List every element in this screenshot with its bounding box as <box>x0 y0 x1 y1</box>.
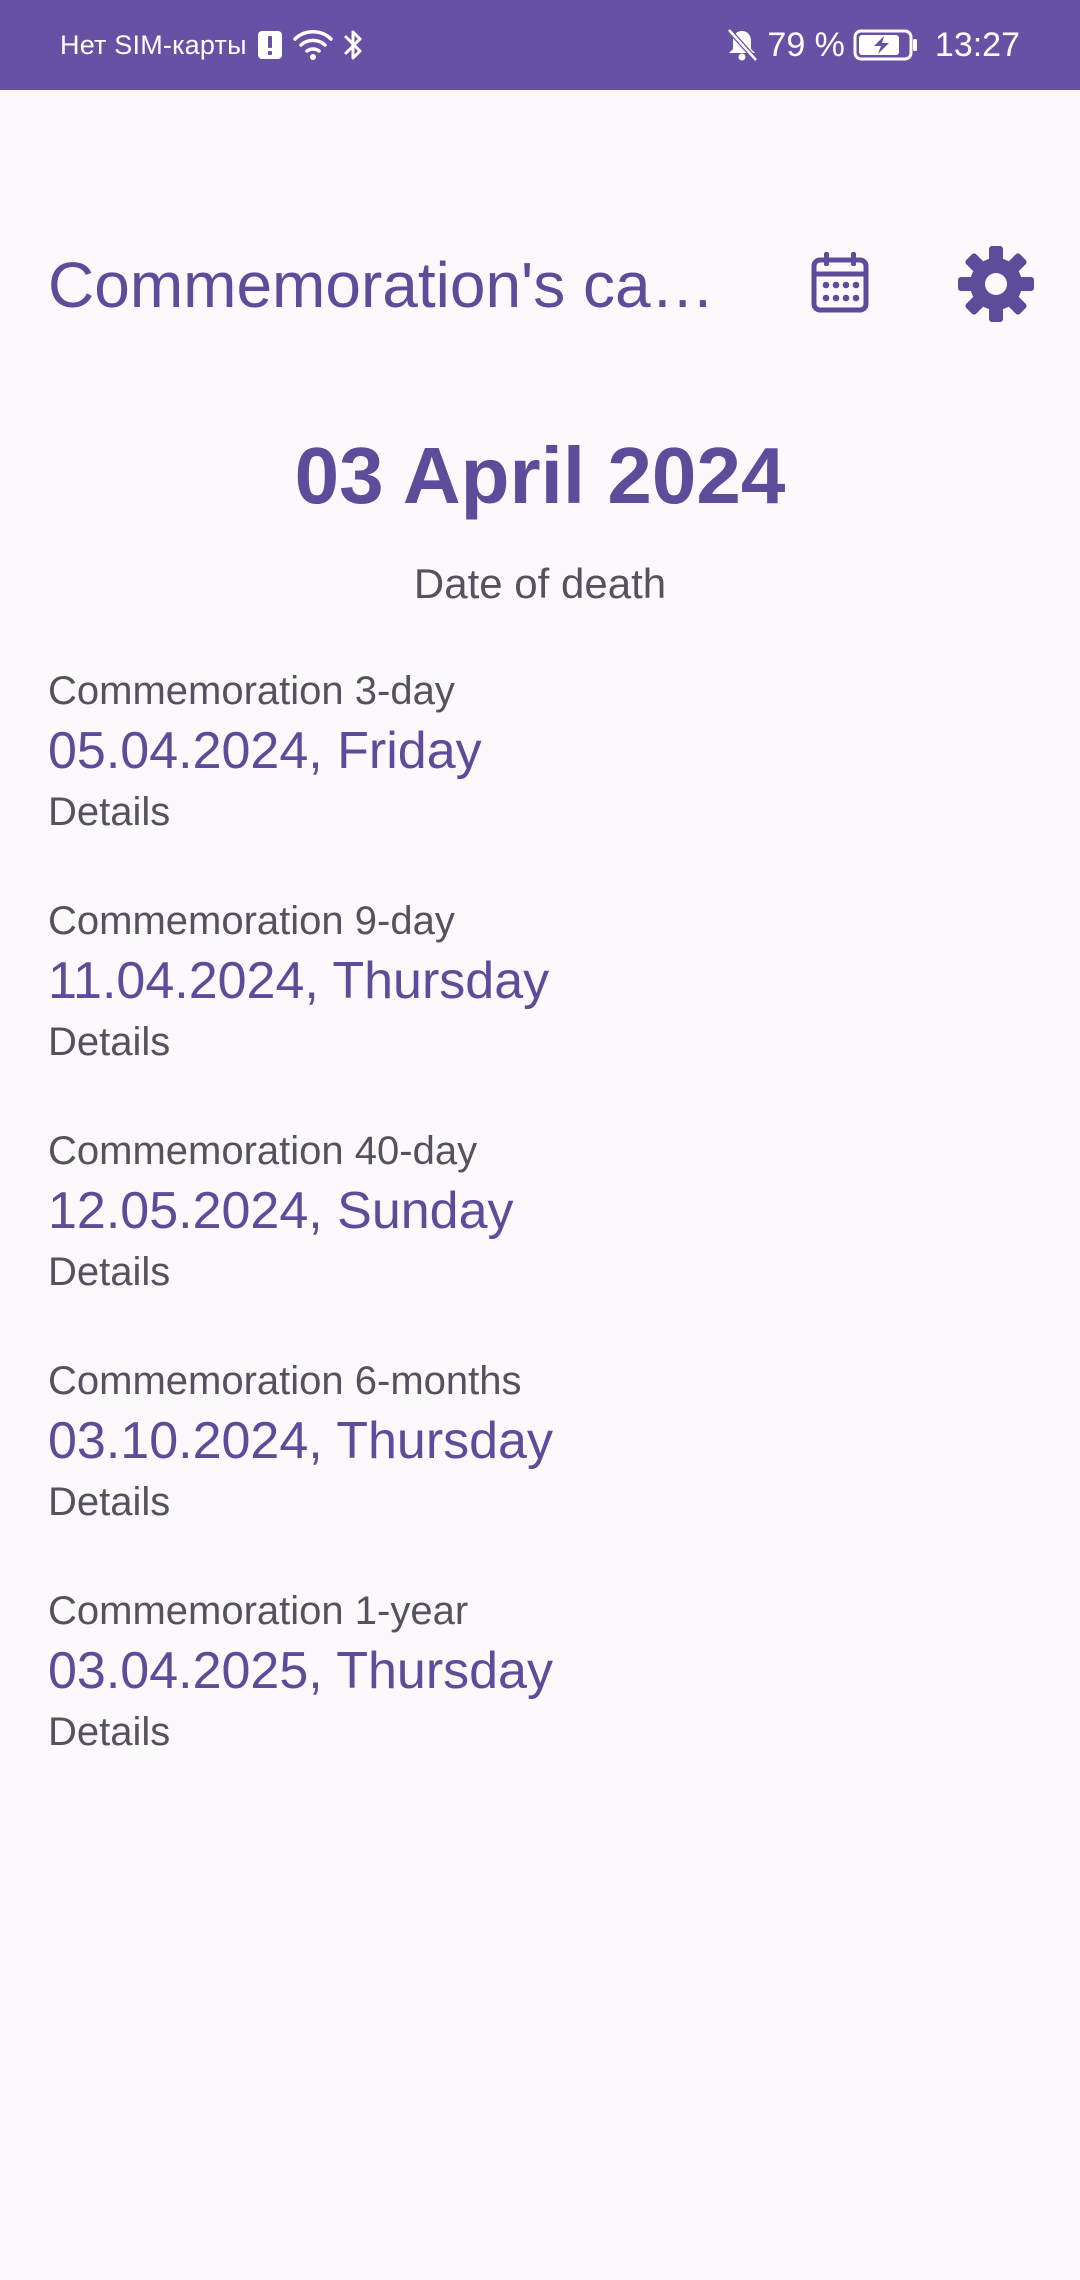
death-date[interactable]: 03 April 2024 <box>0 430 1080 522</box>
list-item: Commemoration 9-day 11.04.2024, Thursday… <box>48 895 1032 1125</box>
alert-icon <box>257 30 283 60</box>
commemoration-date: 05.04.2024, Friday <box>48 722 482 780</box>
commemoration-date: 03.10.2024, Thursday <box>48 1412 553 1470</box>
status-bar-right: 79 % 13:27 <box>725 0 1020 90</box>
list-item: Commemoration 40-day 12.05.2024, Sunday … <box>48 1125 1032 1355</box>
commemoration-date: 11.04.2024, Thursday <box>48 952 550 1010</box>
bell-off-icon <box>725 27 759 63</box>
details-link[interactable]: Details <box>48 785 170 839</box>
details-link[interactable]: Details <box>48 1245 170 1299</box>
commemoration-title: Commemoration 1-year <box>48 1589 469 1633</box>
carrier-label: Нет SIM-карты <box>60 29 247 60</box>
details-link[interactable]: Details <box>48 1705 170 1759</box>
status-bar: Нет SIM-карты 79 % 13:27 <box>0 0 1080 90</box>
battery-percent: 79 % <box>767 25 845 64</box>
commemoration-title: Commemoration 40-day <box>48 1129 478 1173</box>
calendar-icon <box>810 250 870 319</box>
bluetooth-icon <box>343 28 365 62</box>
details-link[interactable]: Details <box>48 1475 170 1529</box>
app-title: Commemoration's ca… <box>48 249 715 321</box>
gear-icon <box>956 244 1036 329</box>
commemoration-title: Commemoration 3-day <box>48 669 455 713</box>
death-date-label: Date of death <box>413 560 667 607</box>
calendar-button[interactable] <box>800 244 880 324</box>
commemoration-date: 12.05.2024, Sunday <box>48 1182 514 1240</box>
top-app-bar: Commemoration's ca… <box>0 210 1080 360</box>
details-link[interactable]: Details <box>48 1015 170 1069</box>
commemoration-title: Commemoration 9-day <box>48 899 455 943</box>
commemoration-date: 03.04.2025, Thursday <box>48 1642 553 1700</box>
wifi-icon <box>292 29 333 61</box>
commemoration-list: Commemoration 3-day 05.04.2024, Friday D… <box>48 665 1032 1815</box>
status-bar-left: Нет SIM-карты <box>60 0 365 90</box>
list-item: Commemoration 3-day 05.04.2024, Friday D… <box>48 665 1032 895</box>
commemoration-title: Commemoration 6-months <box>48 1359 522 1403</box>
clock: 13:27 <box>934 25 1020 64</box>
settings-button[interactable] <box>950 240 1042 332</box>
list-item: Commemoration 1-year 03.04.2025, Thursda… <box>48 1585 1032 1815</box>
battery-charging-icon <box>853 28 919 62</box>
list-item: Commemoration 6-months 03.10.2024, Thurs… <box>48 1355 1032 1585</box>
